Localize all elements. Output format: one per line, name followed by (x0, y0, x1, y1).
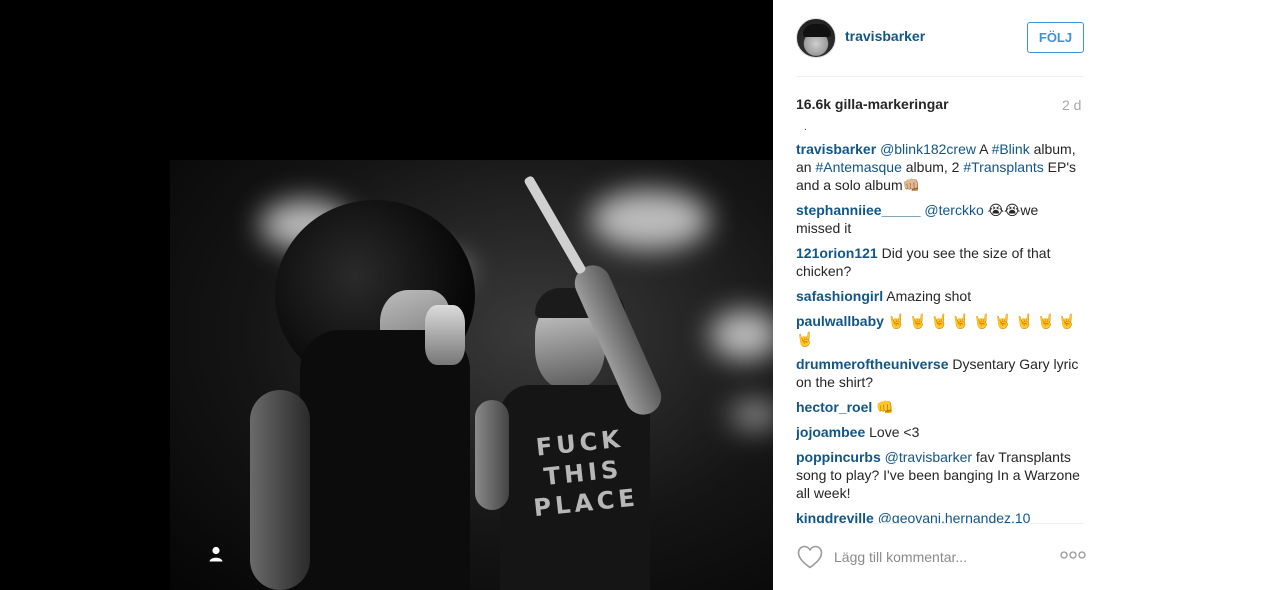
comment: paulwallbaby 🤘 🤘 🤘 🤘 🤘 🤘 🤘 🤘 🤘 🤘 (796, 312, 1084, 348)
comment-mention[interactable]: @terckko (924, 202, 983, 218)
comment-user[interactable]: safashiongirl (796, 288, 883, 304)
comment-hashtag[interactable]: #Antemasque (815, 159, 901, 175)
comment-user[interactable]: jojoambee (796, 424, 865, 440)
comment-text: A (975, 141, 992, 157)
comment-mention[interactable]: @travisbarker (885, 449, 972, 465)
post-header: travisbarker FÖLJ (796, 16, 1084, 77)
comment: 121orion121 Did you see the size of that… (796, 244, 1084, 280)
comment-text: Amazing shot (883, 288, 972, 304)
comment-mention[interactable]: @geovani.hernandez.10 (878, 510, 1031, 523)
comment: safashiongirl Amazing shot (796, 287, 1084, 305)
comment: poppincurbs @travisbarker fav Transplant… (796, 448, 1084, 502)
comment: jojoambee Love <3 (796, 423, 1084, 441)
avatar[interactable] (796, 18, 836, 58)
post-sidebar: travisbarker FÖLJ 16.6k gilla-markeringa… (773, 0, 1280, 590)
user-tag-icon[interactable] (207, 545, 225, 563)
post-viewer: FUCK THIS PLACE travisbarker FÖLJ 16.6k … (0, 0, 1280, 590)
shirt-text: FUCK THIS PLACE (532, 424, 641, 523)
comment-user[interactable]: paulwallbaby (796, 313, 884, 329)
comment-user[interactable]: travisbarker (796, 141, 876, 157)
divider (796, 523, 1084, 524)
comment-user[interactable]: kingdreville (796, 510, 874, 523)
username-link[interactable]: travisbarker (845, 28, 925, 44)
likes-count[interactable]: 16.6k gilla-markeringar (796, 96, 949, 112)
caption-dot: . (804, 122, 807, 133)
media-panel: FUCK THIS PLACE (0, 0, 773, 590)
comment-user[interactable]: hector_roel (796, 399, 872, 415)
more-options-icon[interactable] (1060, 549, 1086, 561)
comment: hector_roel 👊 (796, 398, 1084, 416)
comment-hashtag[interactable]: #Transplants (963, 159, 1043, 175)
comment-input[interactable] (834, 545, 1044, 569)
comment-list: travisbarker @blink182crew A #Blink albu… (796, 140, 1084, 523)
comment-user[interactable]: drummeroftheuniverse (796, 356, 948, 372)
comment: travisbarker @blink182crew A #Blink albu… (796, 140, 1084, 194)
comment: drummeroftheuniverse Dysentary Gary lyri… (796, 355, 1084, 391)
comment-hashtag[interactable]: #Blink (992, 141, 1030, 157)
comment-user[interactable]: stephanniiee_____ (796, 202, 921, 218)
comment-mention[interactable]: @blink182crew (880, 141, 976, 157)
comment-text: 👊 (872, 399, 894, 415)
comment-text: Love <3 (865, 424, 920, 440)
comment: stephanniiee_____ @terckko 😭😭we missed i… (796, 201, 1084, 237)
heart-icon[interactable] (796, 544, 824, 570)
follow-button[interactable]: FÖLJ (1027, 22, 1084, 53)
post-time[interactable]: 2 d (1062, 97, 1081, 113)
post-photo[interactable]: FUCK THIS PLACE (170, 160, 773, 590)
comment: kingdreville @geovani.hernandez.10 (796, 509, 1084, 523)
comment-user[interactable]: 121orion121 (796, 245, 878, 261)
comment-text: album, 2 (901, 159, 964, 175)
comment-user[interactable]: poppincurbs (796, 449, 881, 465)
